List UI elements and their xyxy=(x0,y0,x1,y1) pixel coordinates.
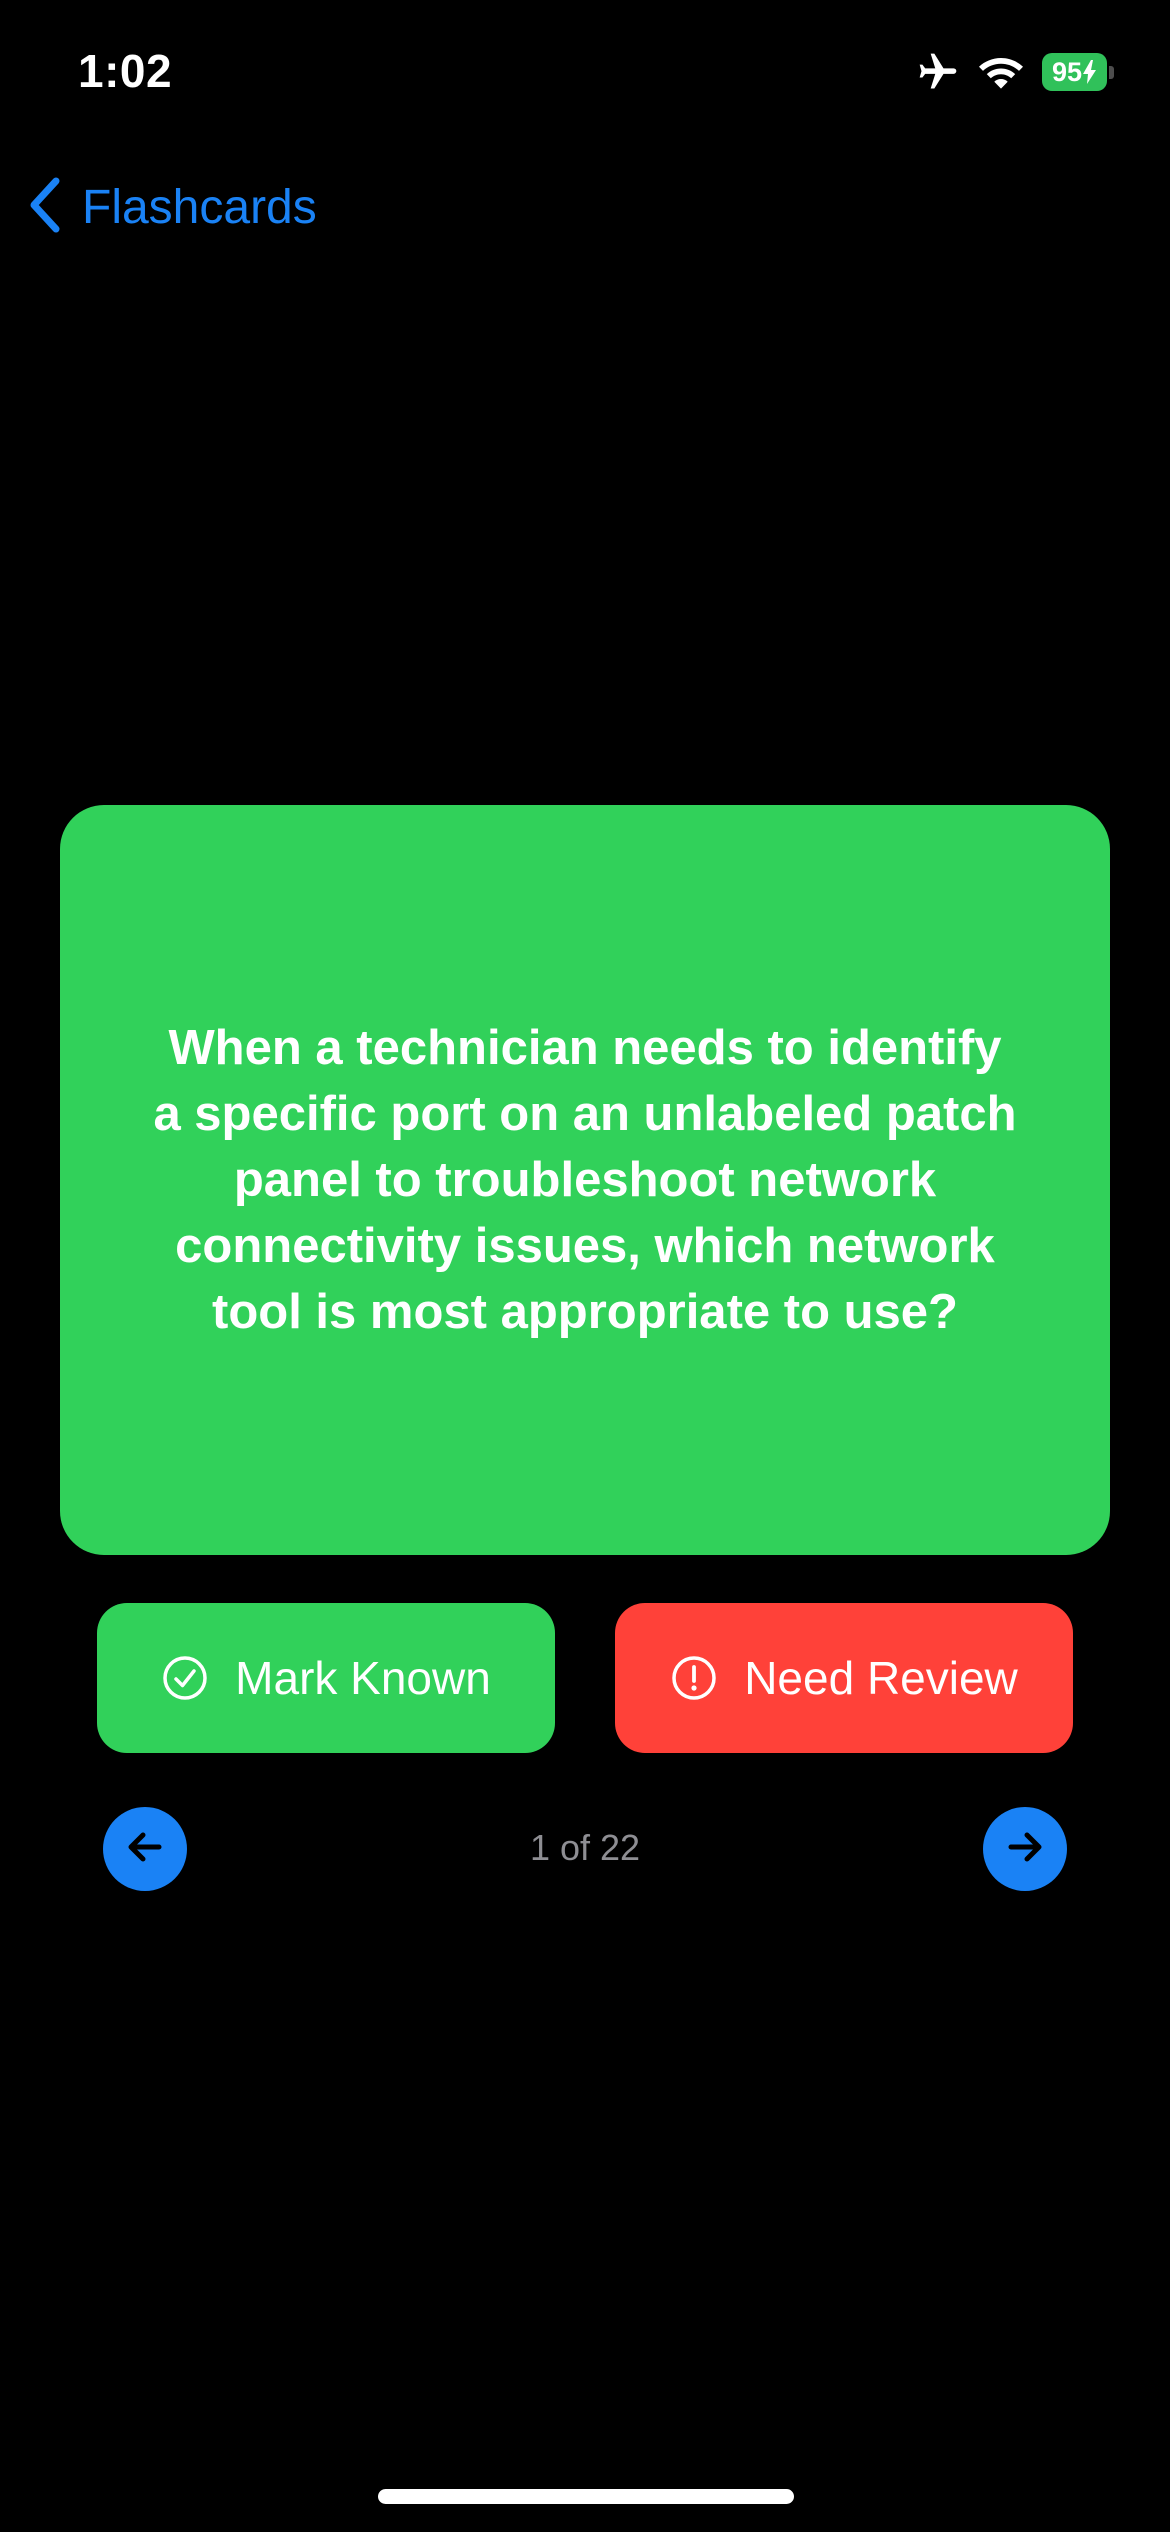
status-time: 1:02 xyxy=(78,45,173,97)
back-button-label: Flashcards xyxy=(82,180,317,234)
arrow-right-icon xyxy=(1001,1823,1049,1876)
back-button[interactable]: Flashcards xyxy=(24,172,317,242)
battery-level: 95 xyxy=(1042,53,1108,91)
mark-known-button[interactable]: Mark Known xyxy=(97,1603,555,1753)
chevron-left-icon xyxy=(24,175,64,240)
airplane-icon xyxy=(916,50,960,94)
home-indicator[interactable] xyxy=(378,2489,794,2504)
status-bar: 1:02 95 xyxy=(0,0,1170,150)
need-review-button[interactable]: Need Review xyxy=(615,1603,1073,1753)
battery-percent: 95 xyxy=(1052,56,1083,87)
need-review-label: Need Review xyxy=(744,1652,1018,1704)
next-card-button[interactable] xyxy=(983,1807,1067,1891)
exclamation-circle-icon xyxy=(670,1654,718,1702)
flashcard-question: When a technician needs to identify a sp… xyxy=(153,1021,1017,1339)
wifi-icon xyxy=(978,54,1024,90)
checkmark-circle-icon xyxy=(161,1654,209,1702)
status-icons: 95 xyxy=(916,48,1114,96)
battery-charging-icon: 95 xyxy=(1042,53,1114,91)
flashcard[interactable]: When a technician needs to identify a sp… xyxy=(60,805,1110,1555)
mark-known-label: Mark Known xyxy=(235,1652,491,1704)
battery-cap xyxy=(1109,65,1114,79)
